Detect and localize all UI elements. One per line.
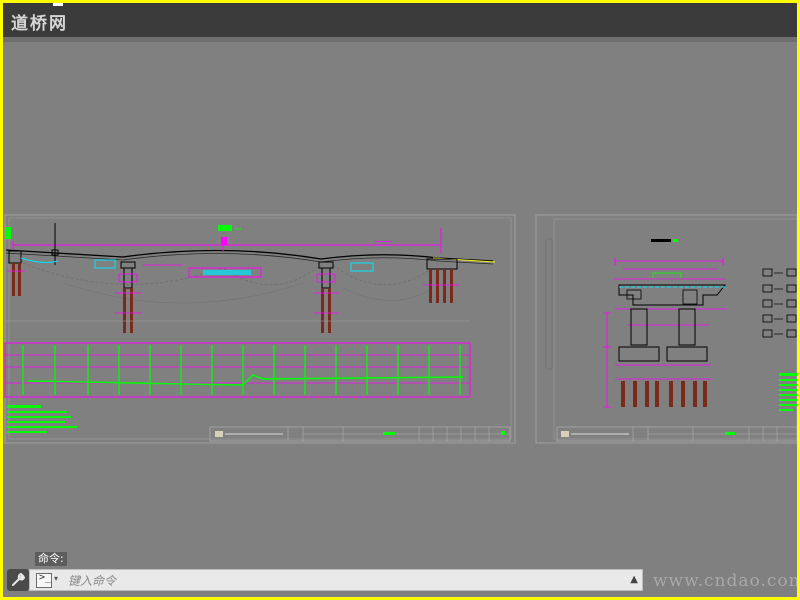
chevron-down-icon[interactable]: ▾ bbox=[54, 574, 58, 583]
sheet-left: ═══════ bbox=[4, 214, 516, 444]
command-line-bar: >_ ▾ ▲ bbox=[29, 569, 643, 591]
svg-text:═══════: ═══════ bbox=[374, 239, 392, 244]
command-history-label: 命令: bbox=[35, 552, 67, 566]
command-input[interactable] bbox=[66, 572, 610, 590]
command-prompt-icon[interactable]: >_ bbox=[36, 572, 52, 588]
cad-application: 道桥网 ═══════ 命令: >_ ▾ 键入命令 ▲ www.cndao.co… bbox=[3, 3, 797, 597]
drawing-canvas[interactable]: ═══════ bbox=[3, 3, 797, 597]
wrench-icon bbox=[12, 572, 26, 586]
site-watermark: www.cndao.com bbox=[653, 571, 797, 591]
caret-up-icon[interactable]: ▲ bbox=[630, 574, 638, 585]
sheet-right bbox=[535, 214, 797, 444]
customize-button[interactable] bbox=[7, 569, 29, 591]
